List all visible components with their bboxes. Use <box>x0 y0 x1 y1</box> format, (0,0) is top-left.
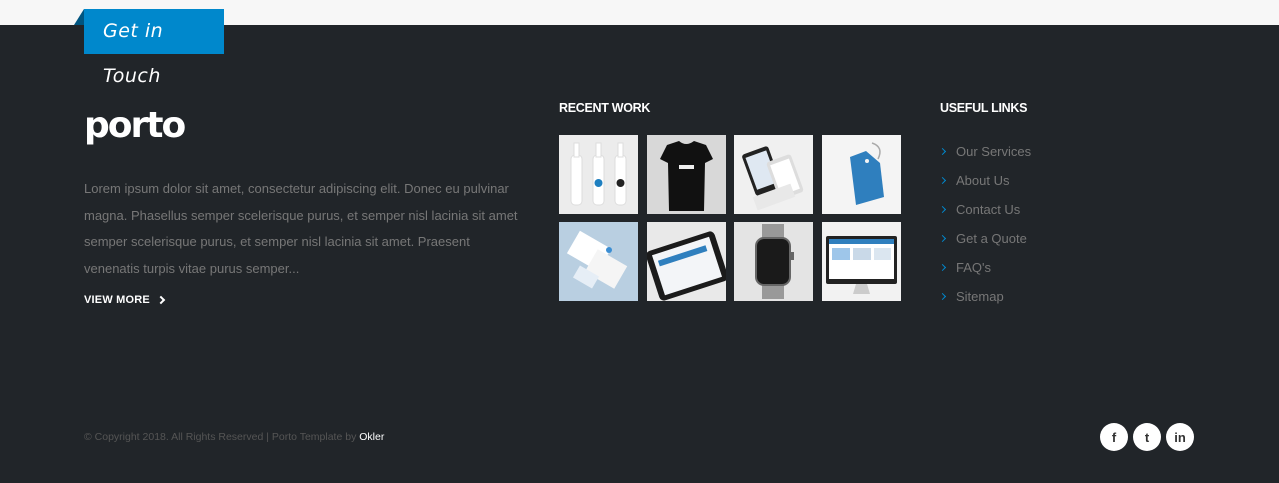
link-get-a-quote[interactable]: Get a Quote <box>938 224 1031 253</box>
work-thumb-monitor[interactable] <box>821 222 901 301</box>
link-label: Contact Us <box>956 202 1021 217</box>
work-thumb-stationery[interactable] <box>559 222 638 301</box>
facebook-icon[interactable]: f <box>1100 423 1128 451</box>
ribbon-fold <box>74 9 84 25</box>
link-label: FAQ's <box>956 260 991 275</box>
link-label: Sitemap <box>956 289 1004 304</box>
view-more-label: VIEW MORE <box>84 294 150 306</box>
work-thumb-tag[interactable] <box>821 135 901 214</box>
chevron-right-icon <box>938 205 947 214</box>
useful-links-list: Our Services About Us Contact Us Get a Q… <box>938 137 1032 311</box>
okler-link[interactable]: Okler <box>359 431 384 443</box>
work-thumb-watch[interactable] <box>734 222 813 301</box>
link-sitemap[interactable]: Sitemap <box>938 282 1031 311</box>
chevron-right-icon <box>938 234 947 243</box>
social-icons: f t in <box>1100 423 1194 451</box>
work-thumb-tshirt[interactable] <box>646 135 726 214</box>
recent-work-title: RECENT WORK <box>559 101 651 115</box>
link-faqs[interactable]: FAQ's <box>938 253 1031 282</box>
link-contact-us[interactable]: Contact Us <box>938 195 1031 224</box>
link-label: About Us <box>956 173 1010 188</box>
linkedin-icon[interactable]: in <box>1166 423 1194 451</box>
recent-work-grid <box>559 135 901 301</box>
chevron-right-icon <box>938 292 947 301</box>
chevron-right-icon <box>156 295 166 305</box>
porto-logo[interactable]: porto <box>84 106 186 146</box>
copyright-text: © Copyright 2018. All Rights Reserved | … <box>84 431 360 443</box>
link-label: Get a Quote <box>956 231 1027 246</box>
chevron-right-icon <box>938 176 947 185</box>
about-text: Lorem ipsum dolor sit amet, consectetur … <box>84 181 518 276</box>
link-about-us[interactable]: About Us <box>938 166 1031 195</box>
link-label: Our Services <box>956 144 1032 159</box>
get-in-touch-ribbon: Get in Touch <box>84 9 224 87</box>
work-thumb-bottles[interactable] <box>559 135 638 214</box>
chevron-right-icon <box>938 263 947 272</box>
work-thumb-mobile-devices[interactable] <box>734 135 813 214</box>
link-our-services[interactable]: Our Services <box>938 137 1032 166</box>
useful-links-title: USEFUL LINKS <box>940 101 1028 115</box>
copyright: © Copyright 2018. All Rights Reserved | … <box>84 431 384 443</box>
view-more-link[interactable]: VIEW MORE <box>84 294 166 306</box>
work-thumb-tablet[interactable] <box>646 222 726 301</box>
twitter-icon[interactable]: t <box>1133 423 1161 451</box>
chevron-right-icon <box>938 147 947 156</box>
